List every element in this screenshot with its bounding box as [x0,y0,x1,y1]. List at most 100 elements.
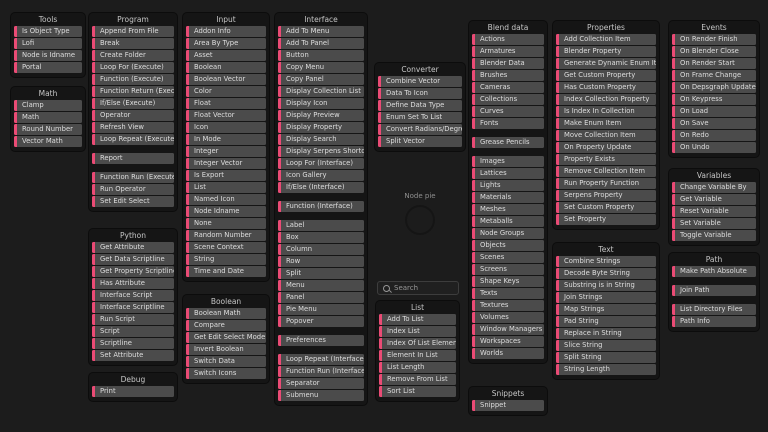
menu-item[interactable]: Is Export [186,170,266,181]
menu-item[interactable]: Texts [472,288,544,299]
menu-item[interactable]: Combine Strings [556,256,656,267]
menu-item[interactable]: Boolean Math [186,308,266,319]
menu-item[interactable]: Named Icon [186,194,266,205]
menu-item[interactable]: Preferences [278,335,364,346]
menu-item[interactable]: Get Custom Property [556,70,656,81]
menu-item[interactable]: Cameras [472,82,544,93]
menu-item[interactable]: Window Managers [472,324,544,335]
menu-item[interactable]: Math [14,112,82,123]
menu-item[interactable]: Blender Data [472,58,544,69]
menu-item[interactable]: List [186,182,266,193]
menu-item[interactable]: Get Data Scriptline [92,254,174,265]
menu-item[interactable]: On Redo [672,130,756,141]
menu-item[interactable]: Add To List [379,314,456,325]
menu-item[interactable]: Is Object Type [14,26,82,37]
menu-item[interactable]: Node Idname [186,206,266,217]
menu-item[interactable]: Display Icon [278,98,364,109]
menu-item[interactable]: Brushes [472,70,544,81]
search-input[interactable]: Search [377,281,459,295]
menu-item[interactable]: Row [278,256,364,267]
menu-item[interactable]: Materials [472,192,544,203]
menu-item[interactable]: Serpens Property [556,190,656,201]
menu-item[interactable]: Function Return (Execute) [92,86,174,97]
menu-item[interactable]: On Property Update [556,142,656,153]
menu-item[interactable]: List Length [379,362,456,373]
menu-item[interactable]: Screens [472,264,544,275]
menu-item[interactable]: Lattices [472,168,544,179]
menu-item[interactable]: Create Folder [92,50,174,61]
menu-item[interactable]: Refresh View [92,122,174,133]
menu-item[interactable]: Add To Menu [278,26,364,37]
menu-item[interactable]: Random Number [186,230,266,241]
menu-item[interactable]: Blender Property [556,46,656,57]
menu-item[interactable]: Split String [556,352,656,363]
menu-item[interactable]: Fonts [472,118,544,129]
menu-item[interactable]: Grease Pencils [472,137,544,148]
menu-item[interactable]: Generate Dynamic Enum Items [556,58,656,69]
menu-item[interactable]: Snippet [472,400,544,411]
menu-item[interactable]: Scriptline [92,338,174,349]
menu-item[interactable]: Label [278,220,364,231]
menu-item[interactable]: Replace in String [556,328,656,339]
menu-item[interactable]: Float [186,98,266,109]
menu-item[interactable]: Substring is in String [556,280,656,291]
menu-item[interactable]: Icon Gallery [278,170,364,181]
menu-item[interactable]: Pad String [556,316,656,327]
menu-item[interactable]: Function (Execute) [92,74,174,85]
menu-item[interactable]: Invert Boolean [186,344,266,355]
menu-item[interactable]: Loop Repeat (Execute) [92,134,174,145]
menu-item[interactable]: On Undo [672,142,756,153]
menu-item[interactable]: On Save [672,118,756,129]
menu-item[interactable]: Column [278,244,364,255]
menu-item[interactable]: On Render Finish [672,34,756,45]
menu-item[interactable]: Property Exists [556,154,656,165]
menu-item[interactable]: Panel [278,292,364,303]
menu-item[interactable]: Switch Icons [186,368,266,379]
menu-item[interactable]: Icon [186,122,266,133]
menu-item[interactable]: Set Custom Property [556,202,656,213]
menu-item[interactable]: Separator [278,378,364,389]
menu-item[interactable]: Shape Keys [472,276,544,287]
menu-item[interactable]: Lights [472,180,544,191]
menu-item[interactable]: Function Run (Execute) [92,172,174,183]
menu-item[interactable]: Set Edit Select [92,196,174,207]
menu-item[interactable]: Set Variable [672,218,756,229]
menu-item[interactable]: Curves [472,106,544,117]
menu-item[interactable]: Workspaces [472,336,544,347]
menu-item[interactable]: String [186,254,266,265]
menu-item[interactable]: Metaballs [472,216,544,227]
menu-item[interactable]: Loop For (Interface) [278,158,364,169]
menu-item[interactable]: Loop Repeat (Interface) [278,354,364,365]
menu-item[interactable]: Display Search [278,134,364,145]
menu-item[interactable]: Index Of List Element [379,338,456,349]
menu-item[interactable]: Move Collection Item [556,130,656,141]
menu-item[interactable]: Display Collection List [278,86,364,97]
menu-item[interactable]: On Load [672,106,756,117]
menu-item[interactable]: Get Property Scriptline [92,266,174,277]
menu-item[interactable]: Time and Date [186,266,266,277]
menu-item[interactable]: Switch Data [186,356,266,367]
menu-item[interactable]: Index List [379,326,456,337]
menu-item[interactable]: Run Property Function [556,178,656,189]
menu-item[interactable]: Element In List [379,350,456,361]
menu-item[interactable]: Has Attribute [92,278,174,289]
menu-item[interactable]: Change Variable By [672,182,756,193]
menu-item[interactable]: Popover [278,316,364,327]
menu-item[interactable]: Add To Panel [278,38,364,49]
menu-item[interactable]: Armatures [472,46,544,57]
menu-item[interactable]: Portal [14,62,82,73]
menu-item[interactable]: Display Property [278,122,364,133]
menu-item[interactable]: Textures [472,300,544,311]
menu-item[interactable]: Worlds [472,348,544,359]
menu-item[interactable]: Append From File [92,26,174,37]
menu-item[interactable]: Images [472,156,544,167]
menu-item[interactable]: Get Variable [672,194,756,205]
menu-item[interactable]: Vector Math [14,136,82,147]
menu-item[interactable]: Run Script [92,314,174,325]
menu-item[interactable]: Function (Interface) [278,201,364,212]
menu-item[interactable]: Float Vector [186,110,266,121]
menu-item[interactable]: Slice String [556,340,656,351]
menu-item[interactable]: Convert Radians/Degrees [378,124,462,135]
menu-item[interactable]: Make Path Absolute [672,266,756,277]
menu-item[interactable]: Add Collection Item [556,34,656,45]
